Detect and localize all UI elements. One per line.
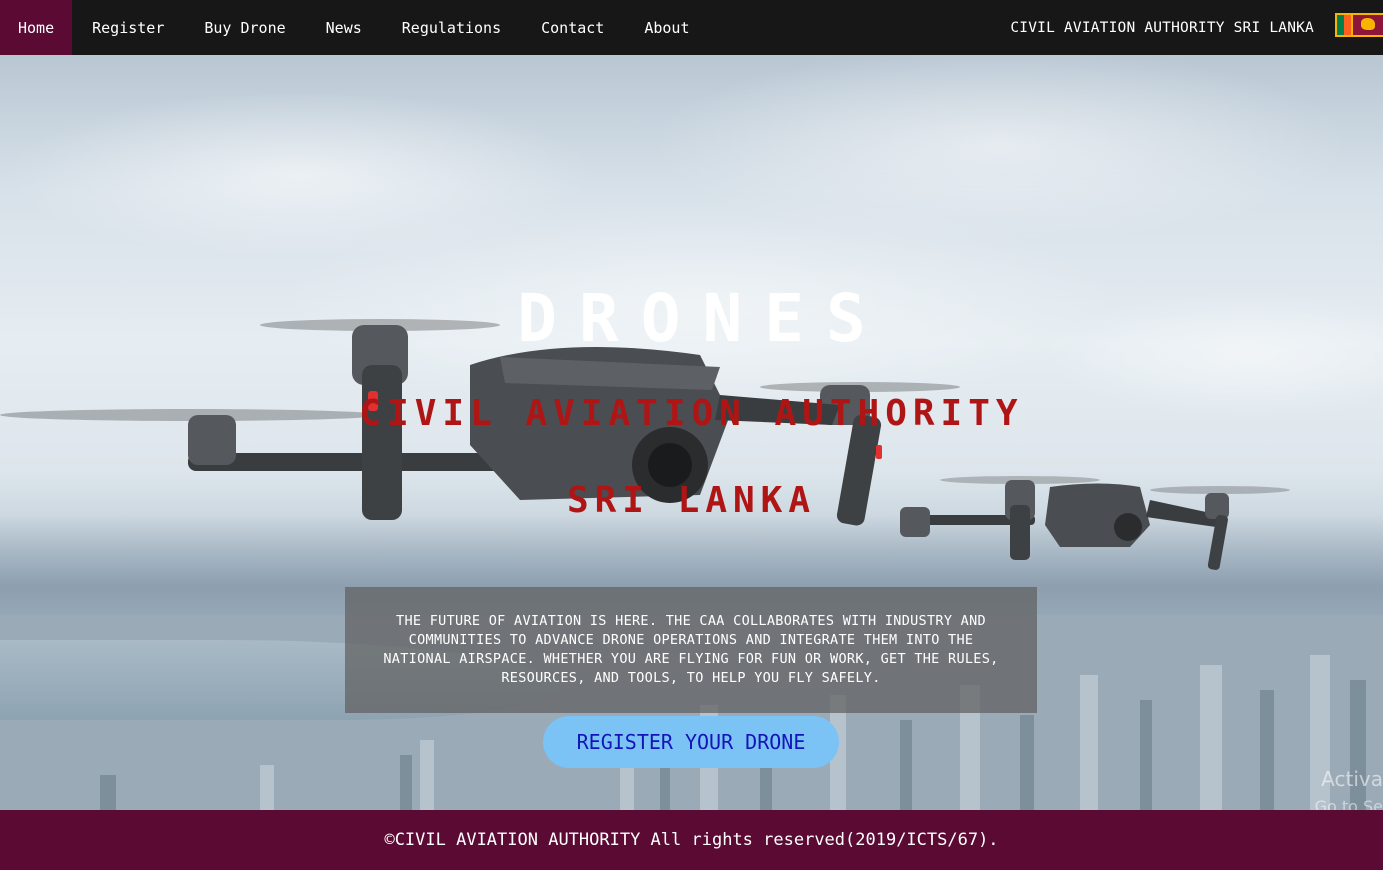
os-activation-watermark: Activa [1321, 767, 1383, 791]
hero-section: DRONES CIVIL AVIATION AUTHORITY SRI LANK… [0, 55, 1383, 810]
sri-lanka-flag-icon [1335, 13, 1383, 37]
hero-description: THE FUTURE OF AVIATION IS HERE. THE CAA … [383, 613, 999, 686]
hero-description-box: THE FUTURE OF AVIATION IS HERE. THE CAA … [345, 587, 1037, 713]
nav-regulations[interactable]: Regulations [382, 0, 521, 55]
nav-contact[interactable]: Contact [521, 0, 624, 55]
nav-buy-drone[interactable]: Buy Drone [184, 0, 305, 55]
nav-news[interactable]: News [306, 0, 382, 55]
brand-name: CIVIL AVIATION AUTHORITY SRI LANKA [1010, 19, 1314, 36]
hero-subtitle-line1: CIVIL AVIATION AUTHORITY [359, 393, 1024, 434]
nav-about[interactable]: About [624, 0, 709, 55]
top-navbar: Home Register Buy Drone News Regulations… [0, 0, 1383, 55]
hero-subtitle-line2: SRI LANKA [566, 480, 817, 521]
nav-register[interactable]: Register [72, 0, 184, 55]
footer-copyright: ©CIVIL AVIATION AUTHORITY All rights res… [384, 830, 999, 850]
nav-home[interactable]: Home [0, 0, 73, 55]
footer: ©CIVIL AVIATION AUTHORITY All rights res… [0, 810, 1383, 870]
os-activation-watermark-sub: Go to Se [1314, 797, 1383, 810]
hero-title: DRONES [517, 280, 888, 357]
register-drone-button[interactable]: REGISTER YOUR DRONE [543, 716, 839, 768]
